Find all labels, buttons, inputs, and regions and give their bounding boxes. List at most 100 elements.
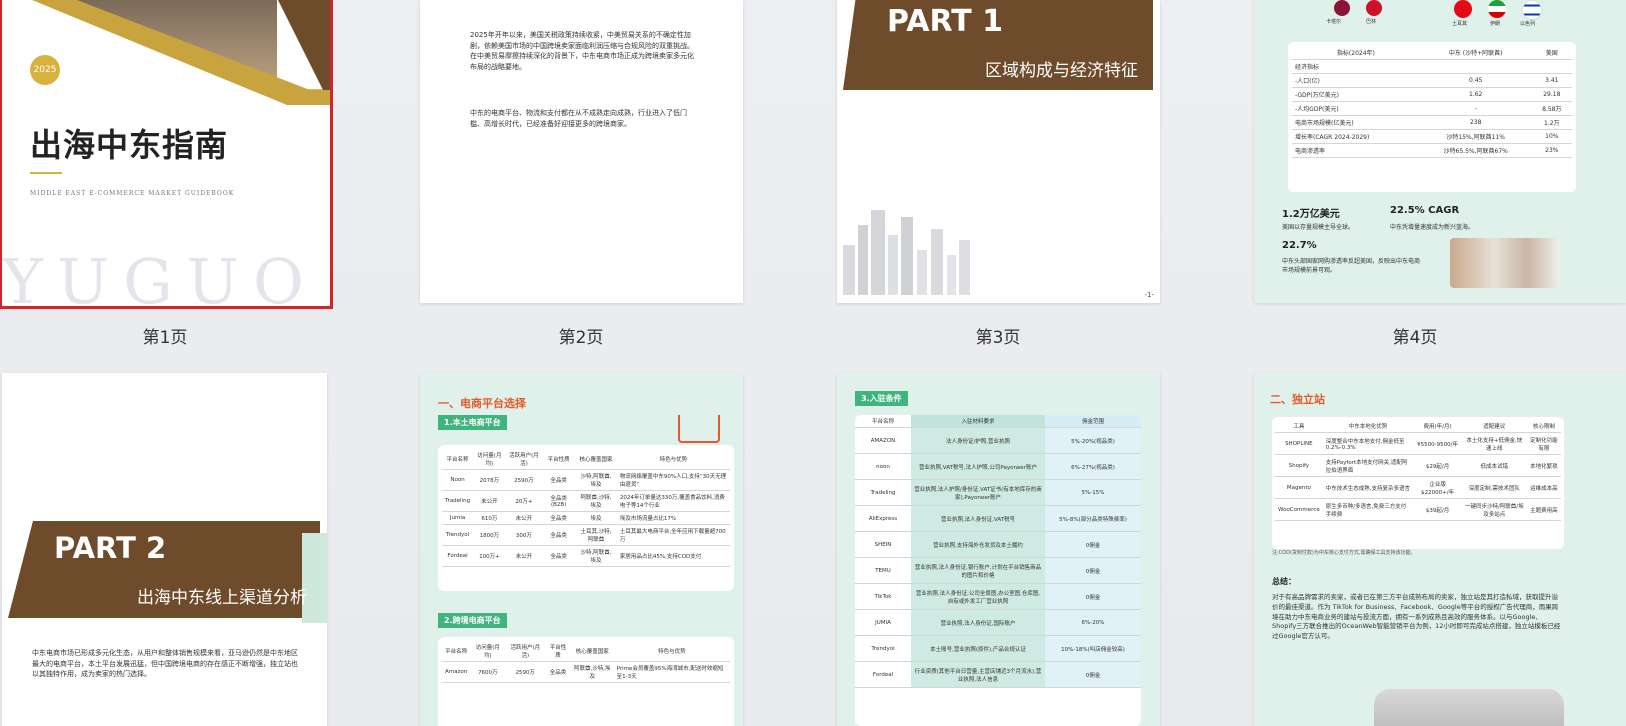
table-cell: 营业执照,法人身份证,公司全景图,办公室图,仓库图,自有或外发工厂营业执照 — [911, 583, 1045, 610]
header-cell: 访问量(月均) — [473, 449, 506, 470]
table-cell: 深度定制,需技术团队 — [1461, 476, 1527, 499]
table-cell: 全品类 — [542, 545, 576, 567]
crossborder-platforms-card: 平台名称 访问量(月均) 活跃用户(月活) 平台性质 核心覆盖国家 特色与优势 Amazo… — [438, 637, 734, 726]
table-cell: 沙特,阿联酋,埃及 — [575, 469, 617, 491]
flag-label-turkey: 土耳其 — [1452, 21, 1468, 27]
city-skyline-illustration — [843, 210, 983, 295]
header-cell: 平台性质 — [542, 449, 576, 470]
table-cell: 1.62 — [1419, 87, 1532, 102]
tool-logo: WooCommerce — [1275, 498, 1323, 521]
crossborder-platforms-table: 平台名称 访问量(月均) 活跃用户(月活) 平台性质 核心覆盖国家 特色与优势 Amazo… — [442, 641, 730, 683]
table-row: Tradeling 营业执照,法人护照/身份证,VAT证书(有本地库存的商家),P… — [855, 479, 1141, 506]
page-thumbnail-1[interactable]: 2025 出海中东指南 MIDDLE EAST E-COMMERCE MARKE… — [0, 0, 333, 309]
table-cell: 本土化支持+低佣金,快速上线 — [1461, 432, 1527, 455]
page6-subtitle-2: 2.跨境电商平台 — [438, 613, 507, 628]
platform-logo: SHEIN — [855, 531, 911, 558]
table-row: noon 营业执照,VAT税号,法人护照,公司Payoneer账户 6%-27%(视… — [855, 453, 1141, 480]
table-header: 平台名称 访问量(月均) 活跃用户(月活) 平台性质 核心覆盖国家 特色与优势 — [442, 449, 730, 470]
table-cell: 阿联酋,沙特,埃及 — [570, 661, 614, 683]
table-cell: 沙特15%,阿联酋11% — [1419, 129, 1532, 144]
table-row: 电商渗透率 沙特65.5%,阿联酋67% 23% — [1292, 143, 1572, 158]
table-cell: 经济指标 — [1292, 59, 1420, 74]
table-cell: 家居用品占比45%,支持COD支付 — [616, 545, 730, 567]
header-cell: 美国 — [1531, 46, 1572, 60]
table-cell: -人均GDP(美元) — [1292, 101, 1420, 116]
header-cell: 中东 (沙特+阿联酋) — [1419, 46, 1532, 60]
table-cell: 营业执照,法人身份证,VAT税号 — [911, 505, 1045, 532]
cover-title: 出海中东指南 — [30, 126, 229, 164]
table-row: -GDP(万亿美元) 1.62 29.18 — [1292, 87, 1572, 102]
table-cell: 沙特65.5%,阿联酋67% — [1419, 143, 1532, 158]
table-cell: 7600万 — [470, 661, 506, 683]
table-cell: 未公开 — [505, 511, 543, 525]
table-cell: 6%-20% — [1045, 609, 1141, 636]
table-cell: Prime会员覆盖95%海湾城市,配送时效缩短至1-3天 — [613, 661, 730, 683]
table-row: 经济指标 — [1292, 59, 1572, 74]
local-platforms-table: 平台名称 访问量(月均) 活跃用户(月活) 平台性质 核心覆盖国家 特色与优势 Noon 2… — [442, 449, 730, 567]
page-label-1: 第1页 — [142, 328, 188, 348]
page-label-3: 第3页 — [975, 328, 1021, 348]
stat-3-desc: 中东头部国家网购渗透率反超美国，反映出中东电商市场规模前景可观。 — [1282, 258, 1421, 274]
table-cell: 10% — [1531, 129, 1572, 144]
header-cell: 入驻材料要求 — [911, 415, 1045, 428]
table-row: 电商市场规模(亿美元) 238 1.2万 — [1292, 115, 1572, 130]
header-cell: 核心覆盖国家 — [575, 449, 617, 470]
page8-note: 注:COD(货到付款)为中东核心支付方式,需确保工具支持该功能。 — [1272, 550, 1416, 556]
platform-logo: AliExpress — [855, 505, 911, 532]
table-cell — [1531, 59, 1572, 74]
page-thumbnail-2[interactable]: 2025年开年以来，美国关税政策持续收紧，中美贸易关系的不确定性加剧，依赖美国市… — [420, 0, 743, 303]
platform-logo: TikTok — [855, 583, 911, 610]
table-cell: 原生多币种/多语言,免费三方支付手续费 — [1322, 498, 1414, 521]
table-header: 工具 中东本地化优势 费用(年/月) 适配建议 核心限制 — [1275, 420, 1561, 433]
platform-logo: Tradeling — [855, 479, 911, 506]
cover-watermark: YUGUO — [2, 245, 318, 306]
part1-title: 区域构成与经济特征 — [985, 61, 1138, 81]
table-cell: 2590万 — [505, 661, 546, 683]
page-thumbnail-6[interactable]: 一、电商平台选择 1.本土电商平台 平台名称 访问量(月均) 活跃用户(月活) 平台性… — [420, 373, 743, 726]
table-cell: 全品类 — [542, 469, 576, 491]
flag-label-iran: 伊朗 — [1490, 21, 1501, 27]
table-cell: 0佣金 — [1045, 557, 1141, 584]
table-cell: 企业版$22000+/年 — [1413, 476, 1462, 499]
flag-label-qatar: 卡塔尔 — [1326, 19, 1342, 25]
table-cell: 2024年订单量达330万,覆盖食品饮料,消费电子等14个行业 — [616, 490, 730, 512]
page-thumbnail-7[interactable]: 3.入驻条件 平台名称 入驻材料要求 佣金范围 AMAZON 法人身份证/护照,营… — [837, 373, 1160, 726]
table-cell: 610万 — [473, 511, 506, 525]
page8-section-title: 二、独立站 — [1270, 393, 1325, 406]
table-row: 增长率(CAGR 2024-2029) 沙特15%,阿联酋11% 10% — [1292, 129, 1572, 144]
local-platforms-card: 平台名称 访问量(月均) 活跃用户(月活) 平台性质 核心覆盖国家 特色与优势 Noon 2… — [438, 445, 734, 591]
table-cell: 全品类 — [542, 524, 576, 546]
header-cell: 特色与优势 — [613, 641, 730, 662]
platform-logo: JUMIA — [855, 609, 911, 636]
table-row: -人口(亿) 0.45 3.41 — [1292, 73, 1572, 88]
page-thumbnail-4[interactable]: 卡塔尔 巴林 土耳其 伊朗 以色列 指标(2024年) 中东 (沙特+阿联酋) … — [1254, 0, 1626, 303]
table-cell: 营业执照,VAT税号,法人护照,公司Payoneer账户 — [911, 453, 1045, 480]
people-photo — [1450, 238, 1560, 288]
table-cell: 沙特,阿联酋,埃及 — [575, 545, 617, 567]
entry-requirements-table: 平台名称 入驻材料要求 佣金范围 AMAZON 法人身份证/护照,营业执照 5%-2… — [855, 415, 1141, 688]
table-cell: 全品类(B2B) — [542, 490, 576, 512]
table-cell: 营业执照,法人身份证,国际账户 — [911, 609, 1045, 636]
table-cell: Jumia — [442, 511, 474, 525]
table-cell: Amazon — [442, 661, 471, 683]
table-cell: 定制化功能有限 — [1526, 432, 1561, 455]
header-cell: 中东本地化优势 — [1322, 420, 1414, 433]
table-cell: 5%-20%(视品类) — [1045, 427, 1141, 454]
table-cell: Noon — [442, 469, 474, 491]
page-thumbnail-8[interactable]: 二、独立站 工具 中东本地化优势 费用(年/月) 适配建议 核心限制 SHOPLINE 深… — [1254, 373, 1626, 726]
table-cell: 2590万 — [505, 469, 543, 491]
tool-logo: Shopify — [1275, 454, 1323, 477]
flag-label-israel: 以色列 — [1520, 21, 1536, 27]
page-thumbnail-3[interactable]: PART 1 区域构成与经济特征 -1- — [837, 0, 1160, 303]
table-cell: -人口(亿) — [1292, 73, 1420, 88]
page-thumbnail-5[interactable]: PART 2 出海中东线上渠道分析 中东电商市场已形成多元化生态，从用户和整体销… — [2, 373, 327, 726]
header-cell: 核心覆盖国家 — [570, 641, 614, 662]
table-row: JUMIA 营业执照,法人身份证,国际账户 6%-20% — [855, 609, 1141, 636]
table-row: Magento 中东技术生态成熟,支持复杂多语言 企业版$22000+/年 深度定制,… — [1275, 476, 1561, 499]
table-cell: 2078万 — [473, 469, 506, 491]
table-row: Tradeling 未公开 20万+ 全品类(B2B) 阿联酋,沙特,埃及 2024年订单… — [442, 490, 730, 512]
table-cell: 营业执照,法人护照/身份证,VAT证书(有本地库存的商家),Payoneer账户 — [911, 479, 1045, 506]
table-row: -人均GDP(美元) -8.58万 — [1292, 101, 1572, 116]
table-row: Trendyol 1800万 300万 全品类 土耳其,沙特,阿联酋 土耳其最大电商平台,… — [442, 524, 730, 546]
table-cell: 未公开 — [473, 490, 506, 512]
